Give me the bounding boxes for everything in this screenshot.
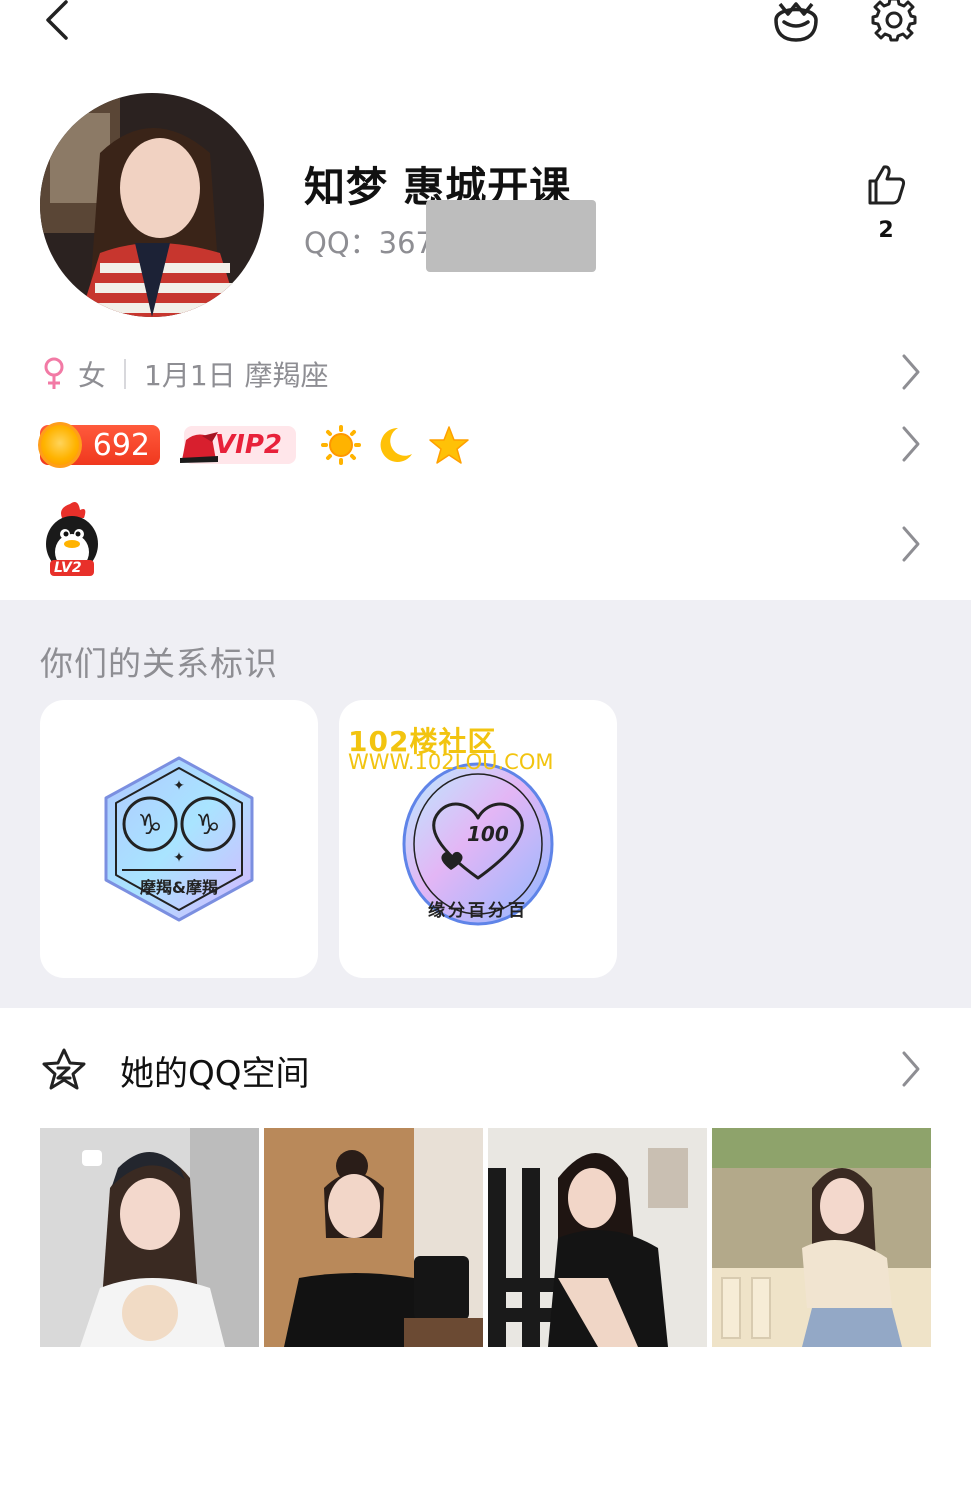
svg-text:✦: ✦ xyxy=(173,850,185,866)
capricorn-pair-badge: ♑ ♑ ✦ ✦ xyxy=(104,756,254,922)
chevron-right-icon[interactable] xyxy=(898,1049,922,1089)
level-label: LV2 xyxy=(54,560,82,576)
dress-up-face-icon xyxy=(774,2,818,42)
dress-up-button[interactable] xyxy=(770,0,822,44)
vip-badge: VIP2 xyxy=(180,426,296,464)
avatar[interactable] xyxy=(40,93,264,317)
thumbs-up-icon xyxy=(868,165,906,205)
moon-icon xyxy=(380,427,412,462)
gear-icon xyxy=(871,0,917,42)
sun-icon xyxy=(321,425,361,465)
photo-thumbnail xyxy=(40,1128,259,1347)
svg-text:♑: ♑ xyxy=(195,808,220,841)
vip-label: VIP2 xyxy=(215,430,282,460)
photo-thumbnail xyxy=(488,1128,707,1347)
like-count: 2 xyxy=(878,218,894,243)
settings-button[interactable] xyxy=(868,0,920,42)
coin-icon xyxy=(38,422,82,468)
qzone-label: 她的QQ空间 xyxy=(120,1053,310,1094)
divider xyxy=(124,359,127,389)
female-icon xyxy=(44,357,64,389)
zodiac-pair-caption: 摩羯&摩羯 xyxy=(140,878,218,897)
badge-row[interactable]: 692 VIP2 xyxy=(38,420,470,470)
fate-value: 100 xyxy=(467,822,509,846)
qzone-photo[interactable] xyxy=(712,1128,931,1347)
coin-badge: 692 xyxy=(38,422,160,468)
relation-title: 你们的关系标识 xyxy=(40,644,278,683)
qzone-photo[interactable] xyxy=(40,1128,259,1347)
chevron-right-icon[interactable] xyxy=(898,352,922,392)
qq-number: QQ：367 xyxy=(304,226,435,260)
photo-thumbnail xyxy=(712,1128,931,1347)
qq-level-row[interactable]: LV2 xyxy=(40,500,104,584)
vip-hat-icon xyxy=(180,432,218,463)
star-icon xyxy=(429,426,469,464)
svg-text:♑: ♑ xyxy=(137,808,162,841)
qzone-photo[interactable] xyxy=(264,1128,483,1347)
watermark-url: WWW.102LOU.COM xyxy=(348,750,554,774)
qzone-star-icon xyxy=(42,1048,86,1090)
chevron-right-icon[interactable] xyxy=(898,524,922,564)
fate-caption: 缘分百分百 xyxy=(428,901,528,921)
qzone-row[interactable]: 她的QQ空间 xyxy=(40,1040,310,1100)
back-button[interactable] xyxy=(36,0,80,44)
basic-info-row[interactable]: 女 1月1日 摩羯座 xyxy=(40,352,329,396)
svg-text:✦: ✦ xyxy=(173,778,185,794)
coin-value: 692 xyxy=(92,427,150,463)
relation-card-zodiac[interactable]: ♑ ♑ ✦ ✦ 摩羯&摩羯 xyxy=(40,700,318,978)
birthday-zodiac: 1月1日 摩羯座 xyxy=(144,359,329,392)
like-button[interactable] xyxy=(864,163,908,207)
gender-label: 女 xyxy=(78,359,107,392)
photo-thumbnail xyxy=(264,1128,483,1347)
avatar-photo xyxy=(40,93,264,317)
redaction-box xyxy=(426,200,596,272)
chevron-right-icon[interactable] xyxy=(898,424,922,464)
qzone-photo[interactable] xyxy=(488,1128,707,1347)
chevron-left-icon xyxy=(46,0,68,40)
